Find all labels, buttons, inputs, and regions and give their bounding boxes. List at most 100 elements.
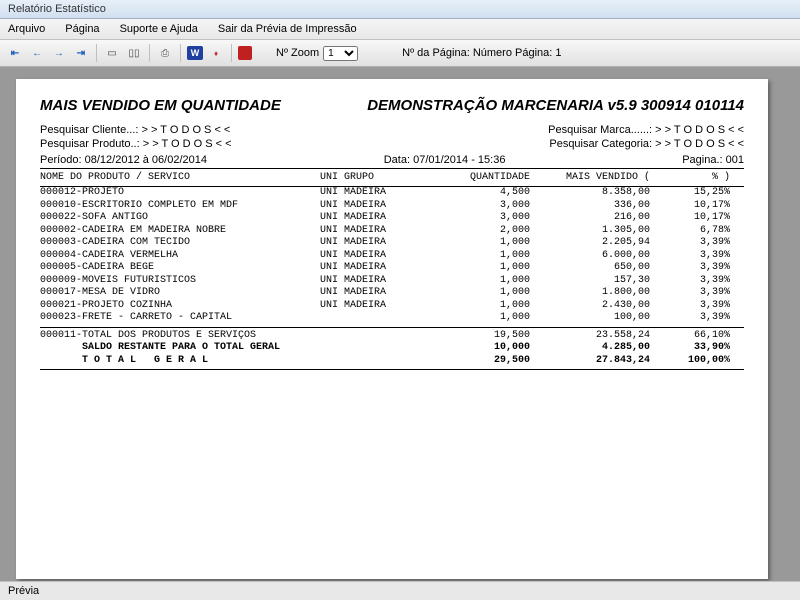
preview-area[interactable]: MAIS VENDIDO EM QUANTIDADE DEMONSTRAÇÃO … — [0, 67, 800, 592]
cell-nome: 000017-MESA DE VIDRO — [40, 287, 320, 300]
date-label: Data: 07/01/2014 - 15:36 — [384, 154, 506, 166]
cell-uni: UNI MADEIRA — [320, 212, 430, 225]
report-page: MAIS VENDIDO EM QUANTIDADE DEMONSTRAÇÃO … — [16, 79, 768, 579]
menu-pagina[interactable]: Página — [61, 21, 103, 37]
cell-pct: 3,39% — [650, 262, 730, 275]
cell-qtd: 1,000 — [430, 312, 530, 325]
cell-val: 336,00 — [530, 200, 650, 213]
page-number-label: Nº da Página: Número Página: 1 — [402, 47, 561, 59]
cell-pct: 3,39% — [650, 275, 730, 288]
cell-val: 6.000,00 — [530, 250, 650, 263]
cell-uni: UNI MADEIRA — [320, 187, 430, 200]
total-row: 000011-TOTAL DOS PRODUTOS E SERVIÇOS19,5… — [40, 330, 744, 343]
cell-val: 157,30 — [530, 275, 650, 288]
window-titlebar: Relatório Estatístico — [0, 0, 800, 19]
menu-suporte[interactable]: Suporte e Ajuda — [116, 21, 202, 37]
zoom-select[interactable]: 1 — [323, 46, 358, 61]
table-row: 000005-CADEIRA BEGEUNI MADEIRA1,000650,0… — [40, 262, 744, 275]
cell-qtd: 29,500 — [430, 355, 530, 368]
report-title-right: DEMONSTRAÇÃO MARCENARIA v5.9 300914 0101… — [367, 97, 744, 114]
single-page-icon[interactable]: ▭ — [103, 44, 121, 62]
menu-arquivo[interactable]: Arquivo — [4, 21, 49, 37]
cell-nome: 000004-CADEIRA VERMELHA — [40, 250, 320, 263]
cell-uni: UNI MADEIRA — [320, 225, 430, 238]
report-title-left: MAIS VENDIDO EM QUANTIDADE — [40, 97, 281, 114]
statusbar: Prévia — [0, 581, 800, 600]
table-row: 000003-CADEIRA COM TECIDOUNI MADEIRA1,00… — [40, 237, 744, 250]
cell-nome: 000010-ESCRITORIO COMPLETO EM MDF — [40, 200, 320, 213]
table-row: 000010-ESCRITORIO COMPLETO EM MDFUNI MAD… — [40, 200, 744, 213]
print-icon[interactable]: ⎙ — [156, 44, 174, 62]
cell-pct: 3,39% — [650, 312, 730, 325]
separator — [231, 44, 232, 62]
pdf-export-icon[interactable]: ♦ — [207, 44, 225, 62]
cell-qtd: 2,000 — [430, 225, 530, 238]
last-page-icon[interactable]: ⇥ — [72, 44, 90, 62]
cell-nome: SALDO RESTANTE PARA O TOTAL GERAL — [40, 342, 320, 355]
word-export-icon[interactable]: W — [187, 46, 203, 60]
cell-qtd: 1,000 — [430, 250, 530, 263]
cell-val: 1.800,00 — [530, 287, 650, 300]
table-row: 000022-SOFA ANTIGOUNI MADEIRA3,000216,00… — [40, 212, 744, 225]
cell-pct: 10,17% — [650, 200, 730, 213]
cell-qtd: 1,000 — [430, 237, 530, 250]
cell-uni: UNI MADEIRA — [320, 300, 430, 313]
table-row: 000017-MESA DE VIDROUNI MADEIRA1,0001.80… — [40, 287, 744, 300]
cell-uni: UNI MADEIRA — [320, 250, 430, 263]
first-page-icon[interactable]: ⇤ — [6, 44, 24, 62]
filter-produto: Pesquisar Produto..: > > T O D O S < < — [40, 138, 232, 150]
cell-val: 216,00 — [530, 212, 650, 225]
col-uni: UNI GRUPO — [320, 172, 430, 183]
cell-val: 4.285,00 — [530, 342, 650, 355]
cell-uni: UNI MADEIRA — [320, 237, 430, 250]
cell-pct: 3,39% — [650, 287, 730, 300]
totals-section: 000011-TOTAL DOS PRODUTOS E SERVIÇOS19,5… — [40, 327, 744, 371]
cell-qtd: 3,000 — [430, 200, 530, 213]
cell-qtd: 19,500 — [430, 330, 530, 343]
page-label: Pagina.: 001 — [682, 154, 744, 166]
menu-sair[interactable]: Sair da Prévia de Impressão — [214, 21, 361, 37]
data-rows: 000012-PROJETOUNI MADEIRA4,5008.358,0015… — [40, 187, 744, 325]
table-row: 000023-FRETE - CARRETO - CAPITAL1,000100… — [40, 312, 744, 325]
cell-pct: 100,00% — [650, 355, 730, 368]
table-row: 000009-MOVEIS FUTURISTICOSUNI MADEIRA1,0… — [40, 275, 744, 288]
col-mais: MAIS VENDIDO ( — [530, 172, 650, 183]
cell-qtd: 1,000 — [430, 287, 530, 300]
prev-page-icon[interactable]: ← — [28, 44, 46, 62]
separator — [180, 44, 181, 62]
next-page-icon[interactable]: → — [50, 44, 68, 62]
window-title: Relatório Estatístico — [8, 3, 106, 15]
filter-categoria: Pesquisar Categoria: > > T O D O S < < — [549, 138, 744, 150]
cell-nome: T O T A L G E R A L — [40, 355, 320, 368]
cell-val: 2.205,94 — [530, 237, 650, 250]
total-row: T O T A L G E R A L 29,50027.843,24100,00… — [40, 355, 744, 368]
table-row: 000002-CADEIRA EM MADEIRA NOBREUNI MADEI… — [40, 225, 744, 238]
cell-uni: UNI MADEIRA — [320, 275, 430, 288]
filter-cliente: Pesquisar Cliente...: > > T O D O S < < — [40, 124, 230, 136]
cell-pct: 3,39% — [650, 237, 730, 250]
stop-icon[interactable] — [238, 46, 252, 60]
col-qtd: QUANTIDADE — [430, 172, 530, 183]
cell-val: 8.358,00 — [530, 187, 650, 200]
cell-uni — [320, 312, 430, 325]
cell-qtd: 3,000 — [430, 212, 530, 225]
cell-qtd: 10,000 — [430, 342, 530, 355]
cell-uni: UNI MADEIRA — [320, 262, 430, 275]
total-row: SALDO RESTANTE PARA O TOTAL GERAL 10,0004… — [40, 342, 744, 355]
cell-pct: 3,39% — [650, 250, 730, 263]
period-label: Período: 08/12/2012 à 06/02/2014 — [40, 154, 207, 166]
cell-pct: 10,17% — [650, 212, 730, 225]
cell-val: 23.558,24 — [530, 330, 650, 343]
menubar: Arquivo Página Suporte e Ajuda Sair da P… — [0, 19, 800, 40]
separator — [96, 44, 97, 62]
multi-page-icon[interactable]: ▯▯ — [125, 44, 143, 62]
cell-qtd: 4,500 — [430, 187, 530, 200]
cell-uni: UNI MADEIRA — [320, 287, 430, 300]
cell-pct: 15,25% — [650, 187, 730, 200]
filter-marca: Pesquisar Marca......: > > T O D O S < < — [548, 124, 744, 136]
cell-val: 27.843,24 — [530, 355, 650, 368]
status-text: Prévia — [8, 585, 39, 597]
cell-val: 1.305,00 — [530, 225, 650, 238]
cell-qtd: 1,000 — [430, 262, 530, 275]
cell-nome: 000009-MOVEIS FUTURISTICOS — [40, 275, 320, 288]
